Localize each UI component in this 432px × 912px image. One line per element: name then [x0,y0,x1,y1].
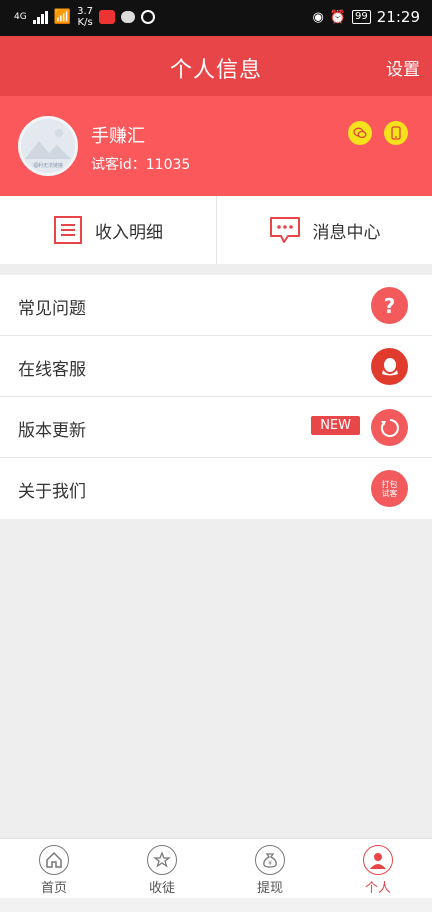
svg-text:¥: ¥ [268,860,272,867]
menu-item-label: 关于我们 [18,482,86,502]
alarm-icon: ⏰ [329,9,347,25]
tab-home[interactable]: 首页 [0,839,108,898]
settings-button[interactable]: 设置 [386,55,420,80]
network-speed: 3.7 K/s [77,6,93,28]
app-header: 个人信息 设置 [0,36,432,96]
message-icon [269,217,300,243]
message-center-label: 消息中心 [312,222,381,243]
tab-apprentice[interactable]: 收徒 [108,839,216,898]
menu-item-about-us[interactable]: 关于我们 打包 试客 [0,458,432,519]
tab-withdraw[interactable]: ¥ 提现 [216,839,324,898]
menu-item-label: 在线客服 [18,360,86,380]
eye-icon: ◉ [312,9,324,25]
income-detail-button[interactable]: 收入明细 [0,196,216,264]
avatar-image: 福利无法链接 [21,119,75,173]
tab-label: 收徒 [148,881,175,896]
bottom-tab-bar: 首页 收徒 ¥ 提现 个人 [0,838,432,898]
person-icon [363,845,393,875]
wechat-bind-button[interactable] [348,121,372,145]
money-bag-icon: ¥ [255,845,285,875]
wifi-icon: 📶 [53,9,72,25]
tab-label: 个人 [364,881,391,896]
chat-notification-icon [121,11,136,23]
about-icon: 打包 试客 [371,470,408,507]
quick-actions: 收入明细 消息中心 [0,196,432,264]
status-right: ◉ ⏰ 99 21:29 [313,8,421,26]
menu-item-label: 常见问题 [18,299,86,319]
battery-indicator: 99 [352,10,371,24]
user-id: 试客id：11035 [91,157,191,173]
income-detail-label: 收入明细 [95,222,163,243]
tab-label: 首页 [40,881,67,896]
wechat-icon [353,127,367,139]
signal-icon [32,10,48,24]
message-center-button[interactable]: 消息中心 [216,196,432,264]
menu-item-customer-service[interactable]: 在线客服 [0,336,432,397]
clock: 21:29 [376,8,420,26]
question-icon: ? [371,287,408,324]
about-icon-text-2: 试客 [381,488,398,498]
menu-item-faq[interactable]: 常见问题 ? [0,275,432,336]
tab-personal[interactable]: 个人 [324,839,432,898]
home-icon [39,845,69,875]
tab-label: 提现 [256,881,283,896]
list-icon [54,216,82,244]
phone-bind-button[interactable] [384,121,408,145]
menu-item-label: 版本更新 [18,421,86,441]
app-notification-icon [99,10,116,24]
page-title: 个人信息 [169,58,262,83]
status-bar: 4G 📶 3.7 K/s ◉ ⏰ 99 21:29 [0,0,432,36]
menu-list: 常见问题 ? 在线客服 版本更新 NEW 关于我们 打包 试客 [0,275,432,519]
network-type: 4G [14,12,27,22]
avatar-caption: 福利无法链接 [33,162,63,169]
speed-unit: K/s [77,17,93,28]
speed-value: 3.7 [77,6,94,17]
avatar[interactable]: 福利无法链接 [18,116,78,176]
qq-icon [371,348,408,385]
menu-item-version-update[interactable]: 版本更新 NEW [0,397,432,458]
username: 手赚汇 [91,126,145,147]
profile-card: 福利无法链接 手赚汇 试客id：11035 [0,96,432,196]
sync-notification-icon [141,10,156,24]
bottom-spacer [0,898,432,912]
phone-icon [391,126,401,140]
new-badge: NEW [311,416,360,435]
status-left: 4G 📶 3.7 K/s [14,6,156,28]
about-icon-text-1: 打包 [381,479,398,489]
star-icon [147,845,177,875]
refresh-icon [371,409,408,446]
